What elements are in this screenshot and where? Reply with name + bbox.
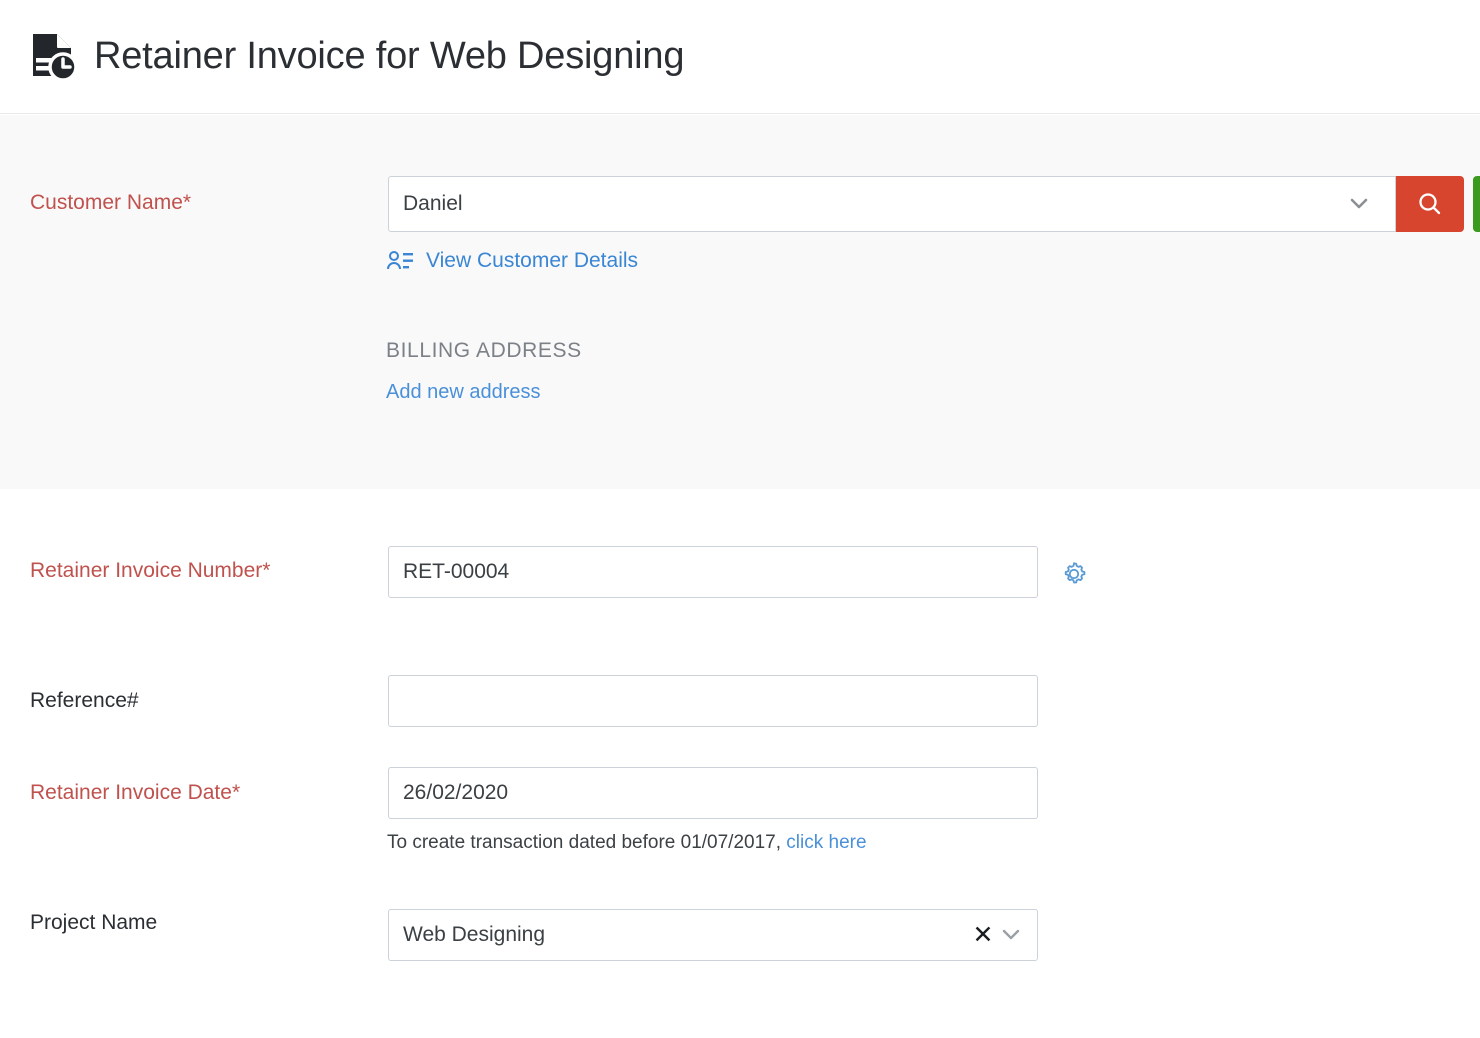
project-name-input[interactable]: [388, 909, 1038, 961]
view-customer-details-link[interactable]: View Customer Details: [386, 249, 638, 273]
add-new-address-link[interactable]: Add new address: [386, 381, 541, 404]
gear-icon: [1059, 559, 1089, 589]
view-customer-details-label: View Customer Details: [426, 249, 638, 273]
chevron-down-icon[interactable]: [1000, 926, 1022, 944]
retainer-number-settings-button[interactable]: [1058, 558, 1090, 590]
customer-search-button[interactable]: [1396, 176, 1464, 232]
close-icon[interactable]: ✕: [971, 923, 995, 947]
reference-label: Reference#: [30, 686, 139, 716]
billing-address-heading: BILLING ADDRESS: [386, 339, 582, 363]
retainer-invoice-page: Retainer Invoice for Web Designing Custo…: [0, 0, 1480, 1038]
project-name-label: Project Name: [30, 908, 157, 938]
retainer-invoice-date-input[interactable]: [388, 767, 1038, 819]
reference-input[interactable]: [388, 675, 1038, 727]
retainer-invoice-date-label: Retainer Invoice Date*: [30, 778, 330, 808]
backdate-hint-text: To create transaction dated before 01/07…: [387, 832, 781, 853]
page-header: Retainer Invoice for Web Designing: [0, 0, 1480, 114]
customer-name-label: Customer Name*: [30, 188, 370, 218]
backdate-hint-link[interactable]: click here: [786, 832, 866, 853]
customer-section: [0, 115, 1480, 489]
customer-name-input[interactable]: [388, 176, 1396, 232]
add-customer-button[interactable]: [1473, 176, 1480, 232]
document-clock-icon: [28, 29, 80, 85]
backdate-hint: To create transaction dated before 01/07…: [387, 832, 867, 854]
page-title: Retainer Invoice for Web Designing: [94, 35, 684, 78]
contact-details-icon: [386, 249, 414, 273]
retainer-invoice-number-label: Retainer Invoice Number*: [30, 556, 290, 586]
search-icon: [1416, 190, 1444, 218]
retainer-invoice-number-input[interactable]: [388, 546, 1038, 598]
